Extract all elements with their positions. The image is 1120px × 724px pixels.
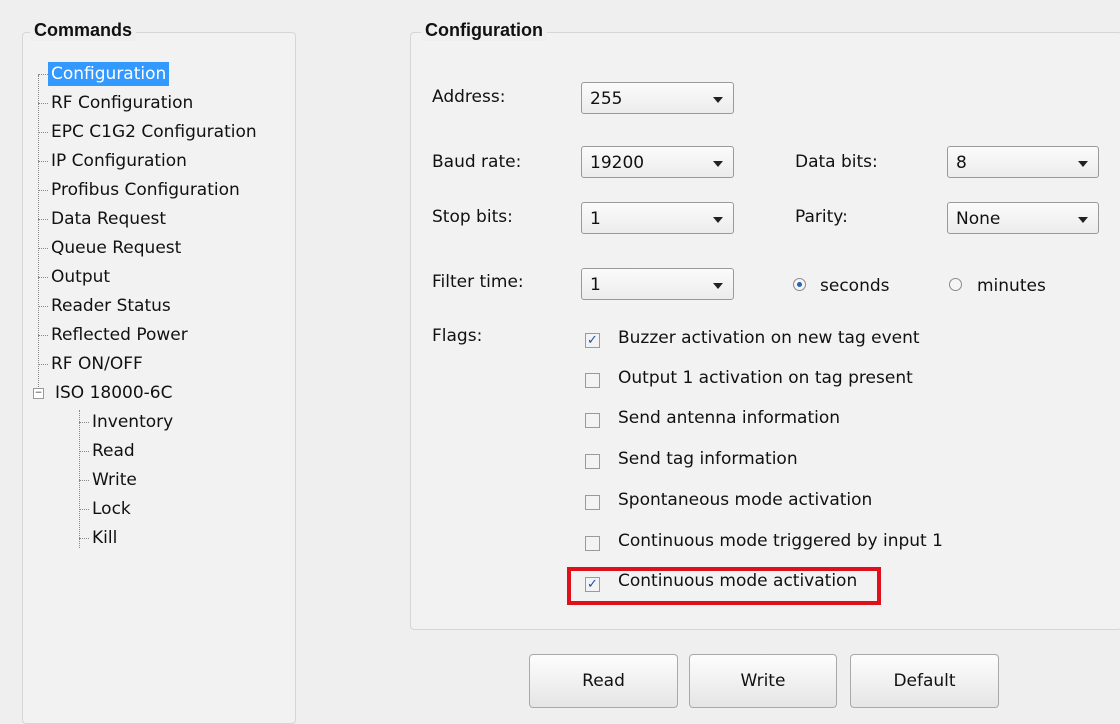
stop-bits-label: Stop bits:	[432, 207, 513, 227]
chevron-down-icon	[713, 97, 723, 103]
address-value: 255	[590, 89, 623, 109]
parity-select[interactable]: None	[947, 202, 1099, 234]
buzzer-checkbox[interactable]: ✓	[585, 333, 600, 348]
chevron-down-icon	[1078, 161, 1088, 167]
data-bits-value: 8	[956, 153, 967, 173]
baud-rate-value: 19200	[590, 153, 645, 173]
stop-bits-select[interactable]: 1	[581, 202, 734, 234]
minutes-radio[interactable]	[949, 278, 962, 291]
parity-value: None	[956, 209, 1001, 229]
commands-title: Commands	[30, 20, 137, 41]
data-bits-select[interactable]: 8	[947, 146, 1099, 178]
data-bits-label: Data bits:	[795, 152, 878, 172]
tag-info-label[interactable]: Send tag information	[618, 449, 798, 469]
antenna-info-checkbox[interactable]	[585, 413, 600, 428]
filter-time-value: 1	[590, 275, 601, 295]
address-select[interactable]: 255	[581, 82, 734, 114]
chevron-down-icon	[1078, 217, 1088, 223]
seconds-label[interactable]: seconds	[820, 276, 890, 296]
write-button[interactable]: Write	[689, 654, 837, 708]
default-button[interactable]: Default	[850, 654, 999, 708]
filter-time-label: Filter time:	[432, 272, 524, 292]
tag-info-checkbox[interactable]	[585, 454, 600, 469]
flags-label: Flags:	[432, 326, 483, 346]
output1-label[interactable]: Output 1 activation on tag present	[618, 368, 913, 388]
read-button[interactable]: Read	[529, 654, 678, 708]
antenna-info-label[interactable]: Send antenna information	[618, 408, 840, 428]
seconds-radio[interactable]	[793, 278, 806, 291]
buzzer-label[interactable]: Buzzer activation on new tag event	[618, 328, 920, 348]
continuous-input1-label[interactable]: Continuous mode triggered by input 1	[618, 531, 943, 551]
spontaneous-mode-label[interactable]: Spontaneous mode activation	[618, 490, 872, 510]
tree-line	[38, 75, 39, 399]
baud-rate-label: Baud rate:	[432, 152, 522, 172]
configuration-title: Configuration	[421, 20, 547, 41]
output1-checkbox[interactable]	[585, 373, 600, 388]
chevron-down-icon	[713, 283, 723, 289]
chevron-down-icon	[713, 217, 723, 223]
collapse-icon[interactable]: −	[33, 388, 44, 399]
baud-rate-select[interactable]: 19200	[581, 146, 734, 178]
address-label: Address:	[432, 87, 506, 107]
continuous-input1-checkbox[interactable]	[585, 536, 600, 551]
tree-line-child	[79, 410, 80, 548]
parity-label: Parity:	[795, 207, 848, 227]
minutes-label[interactable]: minutes	[977, 276, 1046, 296]
chevron-down-icon	[713, 161, 723, 167]
filter-time-select[interactable]: 1	[581, 268, 734, 300]
highlight-box	[567, 567, 881, 605]
spontaneous-mode-checkbox[interactable]	[585, 495, 600, 510]
stop-bits-value: 1	[590, 209, 601, 229]
